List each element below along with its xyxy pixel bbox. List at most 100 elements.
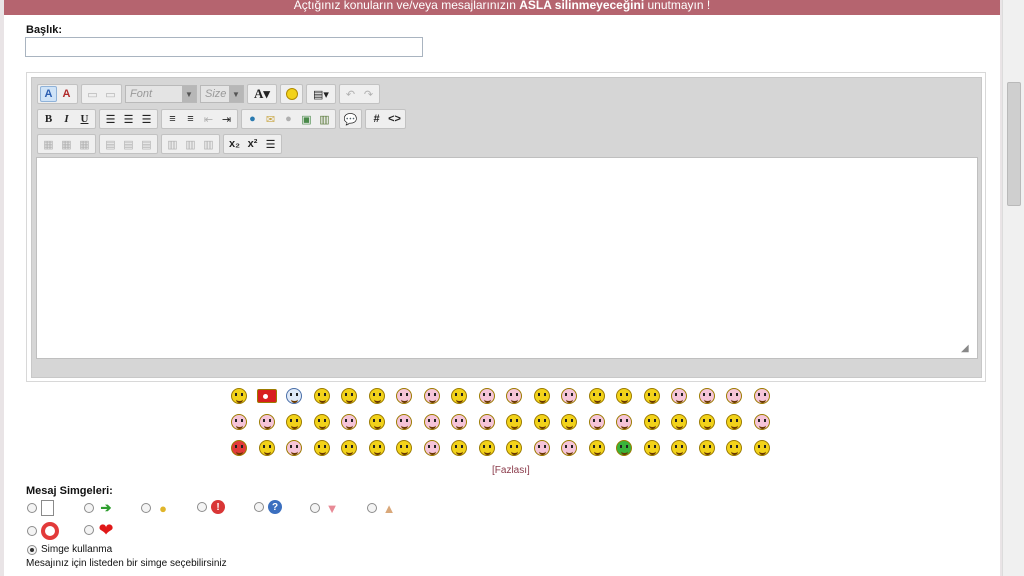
smiley-glasses-icon[interactable]	[641, 386, 663, 406]
resize-grip-icon[interactable]: ◢	[961, 344, 971, 354]
italic-button[interactable]: I	[58, 111, 75, 127]
radio-heart[interactable]	[84, 525, 94, 535]
copy-icon[interactable]: ▭	[102, 86, 119, 102]
bold-button[interactable]: B	[40, 111, 57, 127]
table-insert-col-icon[interactable]: ▥	[164, 136, 181, 152]
table-delete-col-icon[interactable]: ▥	[182, 136, 199, 152]
smiley-pink-lipstick-icon[interactable]	[476, 386, 498, 406]
smiley-grin-icon[interactable]	[696, 412, 718, 432]
smiley-pink-happy-icon[interactable]	[723, 386, 745, 406]
font-select[interactable]: Font ▼	[125, 85, 197, 103]
smiley-pink-blush-icon[interactable]	[448, 412, 470, 432]
smiley-pink-banana-icon[interactable]	[558, 438, 580, 458]
smiley-tired-icon[interactable]	[723, 438, 745, 458]
subscript-button[interactable]: x₂	[226, 136, 243, 152]
size-select[interactable]: Size ▼	[200, 85, 244, 103]
smiley-pink-kiss-icon[interactable]	[228, 412, 250, 432]
icon-option-question[interactable]: ?	[254, 500, 282, 514]
ordered-list-icon[interactable]: ≡	[164, 111, 181, 127]
align-center-icon[interactable]: ☰	[120, 111, 137, 127]
icon-option-arrow[interactable]: ➔	[84, 500, 114, 516]
underline-button[interactable]: U	[76, 111, 93, 127]
smiley-chef-icon[interactable]	[751, 438, 773, 458]
icon-option-lifebuoy[interactable]	[27, 522, 59, 540]
smiley-magnify-icon[interactable]	[366, 438, 388, 458]
smiley-sleep-icon[interactable]	[586, 386, 608, 406]
smiley-pink-star-icon[interactable]	[393, 412, 415, 432]
smiley-pink-flirt-icon[interactable]	[751, 412, 773, 432]
table-row-icon[interactable]: ▦	[58, 136, 75, 152]
smiley-eye-icon[interactable]	[283, 386, 305, 406]
smiley-pink-angry-icon[interactable]	[503, 386, 525, 406]
smiley-eyes-icon[interactable]	[558, 412, 580, 432]
icon-option-heart[interactable]: ❤	[84, 520, 114, 540]
smiley-pink-dance-icon[interactable]	[256, 412, 278, 432]
page-scrollbar[interactable]	[1002, 0, 1024, 576]
no-icon-option[interactable]: Simge kullanma	[27, 544, 112, 555]
paste-icon[interactable]: ▤▾	[309, 86, 333, 102]
smiley-nerd-icon[interactable]	[311, 438, 333, 458]
smiley-blink-icon[interactable]	[256, 438, 278, 458]
radio-document[interactable]	[27, 503, 37, 513]
insert-table-icon[interactable]: ▦	[40, 136, 57, 152]
smiley-hands-icon[interactable]	[311, 386, 333, 406]
icon-option-exclamation[interactable]: !	[197, 500, 225, 514]
icon-option-lightbulb[interactable]: ●	[141, 500, 171, 516]
indent-icon[interactable]: ⇥	[218, 111, 235, 127]
remove-link-icon[interactable]: ●	[280, 111, 297, 127]
cut-icon[interactable]: ▭	[84, 86, 101, 102]
superscript-button[interactable]: x²	[244, 136, 261, 152]
smiley-pink-wave-icon[interactable]	[421, 386, 443, 406]
smiley-wave-icon[interactable]	[613, 386, 635, 406]
smiley-pink-love-icon[interactable]	[476, 412, 498, 432]
smiley-neutral-icon[interactable]	[586, 438, 608, 458]
radio-lifebuoy[interactable]	[27, 526, 37, 536]
icon-option-thumbs-down[interactable]: ▼	[310, 500, 340, 516]
smiley-wink-icon[interactable]	[311, 412, 333, 432]
wrap-code-button[interactable]: <>	[386, 111, 403, 127]
table-merge-icon[interactable]: ▤	[138, 136, 155, 152]
smiley-pink-laugh-icon[interactable]	[558, 386, 580, 406]
smiley-small-icon[interactable]	[723, 412, 745, 432]
smiley-pink-shout-icon[interactable]	[393, 386, 415, 406]
smiley-yawn-icon[interactable]	[531, 412, 553, 432]
outdent-icon[interactable]: ⇤	[200, 111, 217, 127]
table-delete-row-icon[interactable]: ▤	[120, 136, 137, 152]
size-dropdown-icon[interactable]: ▼	[229, 86, 243, 102]
smiley-cry-icon[interactable]	[476, 438, 498, 458]
smiley-pink-hug-icon[interactable]	[421, 412, 443, 432]
smiley-surprise-icon[interactable]	[668, 438, 690, 458]
smiley-sleepy-icon[interactable]	[338, 438, 360, 458]
title-input[interactable]	[25, 37, 423, 57]
unordered-list-icon[interactable]: ≡	[182, 111, 199, 127]
radio-arrow[interactable]	[84, 503, 94, 513]
smiley-sad-icon[interactable]	[366, 386, 388, 406]
smiley-devil-red-icon[interactable]	[228, 438, 250, 458]
smiley-mask-icon[interactable]	[531, 386, 553, 406]
wysiwyg-mode-icon[interactable]: A	[40, 86, 57, 102]
insert-link-icon[interactable]: ●	[244, 111, 261, 127]
more-smilies-link[interactable]: [Fazlası]	[492, 465, 530, 476]
smiley-monkey-icon[interactable]	[641, 438, 663, 458]
smiley-shy-icon[interactable]	[283, 412, 305, 432]
smiley-pink-rabbit-icon[interactable]	[531, 438, 553, 458]
smiley-look-icon[interactable]	[448, 438, 470, 458]
smiley-pink-bye-icon[interactable]	[283, 438, 305, 458]
quote-icon[interactable]: 💬	[342, 111, 359, 127]
smiley-think-icon[interactable]	[641, 412, 663, 432]
smiley-lips-icon[interactable]	[696, 438, 718, 458]
smiley-signs-icon[interactable]	[228, 386, 250, 406]
scrollbar-thumb[interactable]	[1007, 82, 1021, 206]
icon-option-document[interactable]	[27, 500, 54, 516]
radio-question[interactable]	[254, 502, 264, 512]
text-color-button[interactable]: A ▾	[250, 86, 274, 102]
smiley-hat-icon[interactable]	[338, 386, 360, 406]
radio-exclamation[interactable]	[197, 502, 207, 512]
redo-icon[interactable]: ↷	[360, 86, 377, 102]
radio-no-icon[interactable]	[27, 544, 37, 555]
editor-content-area[interactable]: ◢	[36, 157, 978, 359]
radio-thumbs-up[interactable]	[367, 503, 377, 513]
smiley-ill-icon[interactable]	[393, 438, 415, 458]
wrap-hash-button[interactable]: #	[368, 111, 385, 127]
smiley-pink-cool-icon[interactable]	[338, 412, 360, 432]
